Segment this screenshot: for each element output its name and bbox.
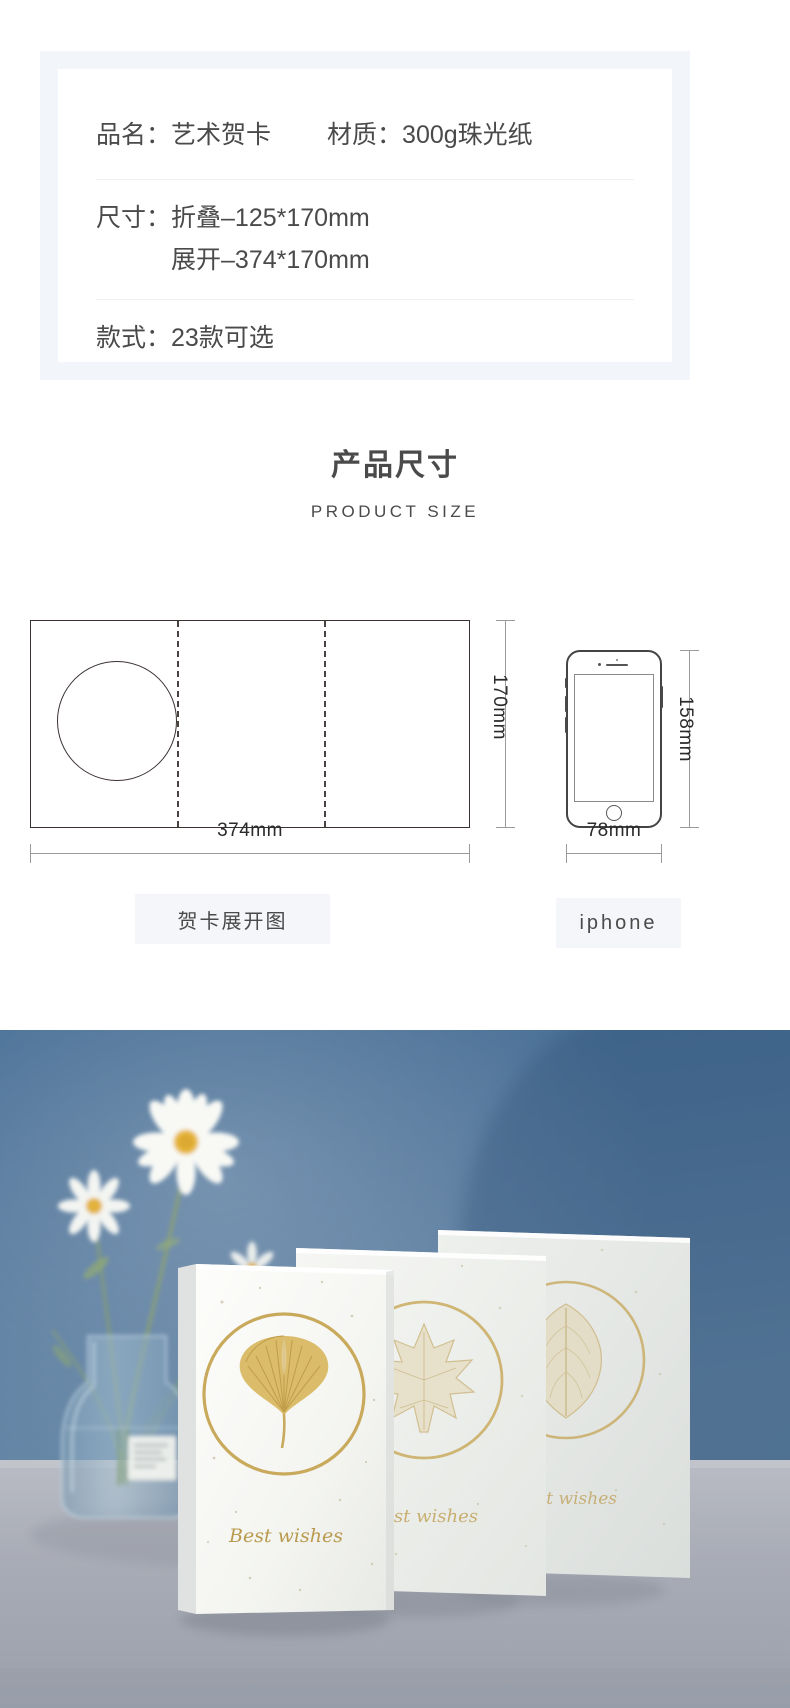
camera-icon: [598, 663, 601, 666]
spec-value-material: 300g珠光纸: [402, 121, 533, 149]
spec-pair-product-name: 品名： 艺术贺卡: [96, 119, 271, 153]
section-title-en: PRODUCT SIZE: [310, 502, 480, 521]
product-photo-image: Best wishes Best wishes Best wishes: [0, 1030, 790, 1708]
card-unfolded-outline: [30, 620, 470, 828]
card-front-wish-text: Best wishes: [228, 1525, 343, 1547]
greeting-card-front: Best wishes: [178, 1264, 394, 1636]
size-diagram: 374mm 170mm 78mm 158mm 贺卡展开图 iphone: [0, 600, 790, 960]
spec-row: 品名： 艺术贺卡 材质： 300g珠光纸: [96, 95, 634, 180]
spec-size-values: 折叠–125*170mm 展开–374*170mm: [171, 202, 370, 278]
spec-panel: 品名： 艺术贺卡 材质： 300g珠光纸 尺寸： 折叠–125*170mm 展开…: [58, 69, 672, 362]
spec-pair-material: 材质： 300g珠光纸: [327, 119, 533, 153]
phone-width-dimension-line: [566, 844, 662, 863]
card-circle-motif: [57, 661, 177, 781]
phone-width-label: 78mm: [586, 820, 642, 841]
card-fold-line: [177, 621, 179, 827]
spec-value-size-unfolded: 展开–374*170mm: [171, 245, 370, 274]
spec-label-product-name: 品名：: [96, 121, 172, 149]
section-title-cn: 产品尺寸: [331, 449, 459, 482]
spec-value-size-folded: 折叠–125*170mm: [171, 203, 370, 232]
power-button-icon: [661, 686, 663, 708]
phone-screen: [574, 674, 654, 802]
home-button-icon: [606, 805, 622, 821]
spec-label-size: 尺寸：: [96, 203, 172, 232]
phone-height-label: 158mm: [674, 696, 696, 762]
speaker-grille-icon: [606, 664, 628, 666]
spec-row: 尺寸： 折叠–125*170mm 展开–374*170mm: [96, 180, 634, 301]
product-photo: Best wishes Best wishes Best wishes: [0, 1030, 790, 1708]
caption-card-unfolded: 贺卡展开图: [135, 894, 330, 944]
spec-label-style: 款式：: [96, 324, 172, 353]
volume-down-button-icon: [565, 717, 567, 733]
sensor-icon: [616, 659, 618, 661]
card-height-label: 170mm: [488, 674, 510, 740]
card-width-dimension-line: [30, 844, 470, 863]
spec-label-material: 材质：: [327, 121, 403, 149]
silent-switch-icon: [565, 678, 567, 688]
spec-value-product-name: 艺术贺卡: [171, 121, 272, 149]
spec-value-style: 23款可选: [171, 324, 274, 353]
iphone-illustration: [565, 650, 663, 828]
card-width-label: 374mm: [217, 820, 283, 841]
volume-up-button-icon: [565, 696, 567, 712]
spec-frame: 品名： 艺术贺卡 材质： 300g珠光纸 尺寸： 折叠–125*170mm 展开…: [40, 51, 690, 380]
section-heading: 产品尺寸 PRODUCT SIZE: [0, 440, 790, 522]
spec-row: 款式： 23款可选: [96, 300, 634, 356]
caption-iphone: iphone: [556, 898, 681, 948]
card-fold-line: [324, 621, 326, 827]
